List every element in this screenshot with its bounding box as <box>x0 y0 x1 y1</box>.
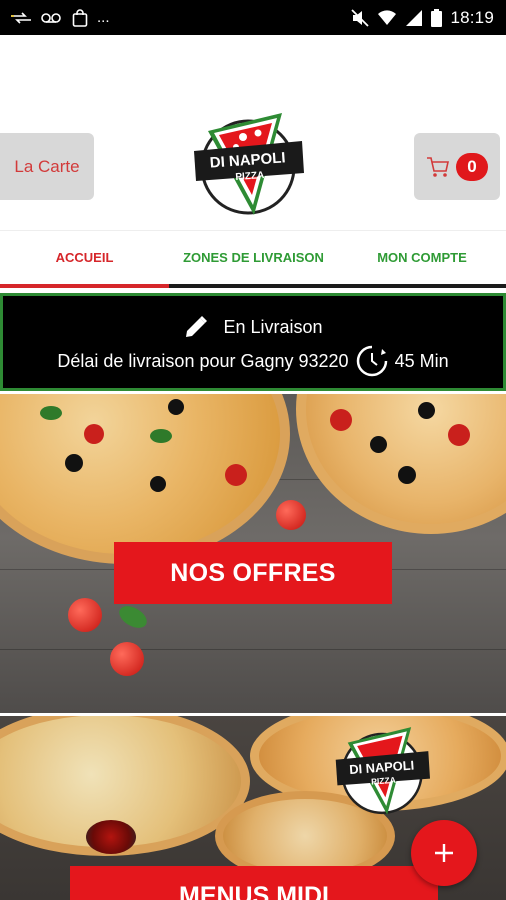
olive-topping <box>418 402 435 419</box>
di-napoli-pizza-logo-small: DI NAPOLI PIZZA <box>330 722 434 818</box>
tomato-topping <box>448 424 470 446</box>
tomato-topping <box>225 464 247 486</box>
main-tabs: ACCUEIL ZONES DE LIVRAISON MON COMPTE <box>0 230 506 288</box>
logo-small-line2: PIZZA <box>371 775 396 787</box>
delivery-mode: En Livraison <box>223 316 323 337</box>
app-header: La Carte DI NAPOLI PIZZA 0 <box>0 35 506 230</box>
cart-count-badge: 0 <box>456 152 488 181</box>
pizza-image <box>0 394 290 564</box>
status-time: 18:19 <box>450 7 494 27</box>
tab-accueil[interactable]: ACCUEIL <box>0 231 169 288</box>
shopping-cart-icon <box>427 156 449 177</box>
status-bar-left: ... <box>10 8 110 27</box>
battery-icon <box>431 8 443 27</box>
delivery-info-banner[interactable]: En Livraison Délai de livraison pour Gag… <box>0 293 506 391</box>
shopping-bag-icon <box>72 8 88 27</box>
cherry-tomato-image <box>276 500 306 530</box>
delivery-delay-text: Délai de livraison pour Gagny 93220 <box>57 350 349 371</box>
tab-zones-de-livraison[interactable]: ZONES DE LIVRAISON <box>169 231 338 288</box>
mute-icon <box>351 8 370 27</box>
nos-offres-button[interactable]: NOS OFFRES <box>114 542 392 604</box>
wifi-icon <box>378 9 397 25</box>
olive-topping <box>65 454 83 472</box>
add-fab-button[interactable] <box>411 820 477 886</box>
voicemail-icon <box>41 12 61 23</box>
olive-topping <box>150 476 166 492</box>
basil-topping <box>150 429 172 443</box>
delivery-delay-time: 45 Min <box>394 350 449 371</box>
olive-topping <box>398 466 416 484</box>
clock-icon <box>356 345 387 377</box>
menus-midi-button[interactable]: MENUS MIDI <box>70 866 438 900</box>
pencil-icon <box>186 316 208 337</box>
pizza-image <box>296 394 506 534</box>
tab-mon-compte[interactable]: MON COMPTE <box>338 231 506 288</box>
status-bar-right: 18:19 <box>351 8 494 28</box>
cellular-icon <box>406 9 423 26</box>
sauce-bowl-image <box>86 820 136 854</box>
logo-line2: PIZZA <box>235 170 265 183</box>
basil-leaf-image <box>115 601 151 633</box>
la-carte-button[interactable]: La Carte <box>0 133 94 200</box>
wood-plank-line <box>0 649 506 650</box>
promo-nos-offres[interactable]: NOS OFFRES <box>0 394 506 713</box>
olive-topping <box>168 399 184 415</box>
tomato-topping <box>330 409 352 431</box>
cherry-tomato-image <box>110 642 144 676</box>
basil-topping <box>40 406 62 420</box>
cart-button[interactable]: 0 <box>414 133 500 200</box>
tomato-topping <box>84 424 104 444</box>
signal-arrows-icon <box>11 11 31 24</box>
plus-icon <box>435 844 453 862</box>
status-bar: ... 18:19 <box>0 0 506 35</box>
cherry-tomato-image <box>68 598 102 632</box>
olive-topping <box>370 436 387 453</box>
di-napoli-pizza-logo: DI NAPOLI PIZZA <box>188 107 308 219</box>
status-ellipsis: ... <box>97 9 110 26</box>
